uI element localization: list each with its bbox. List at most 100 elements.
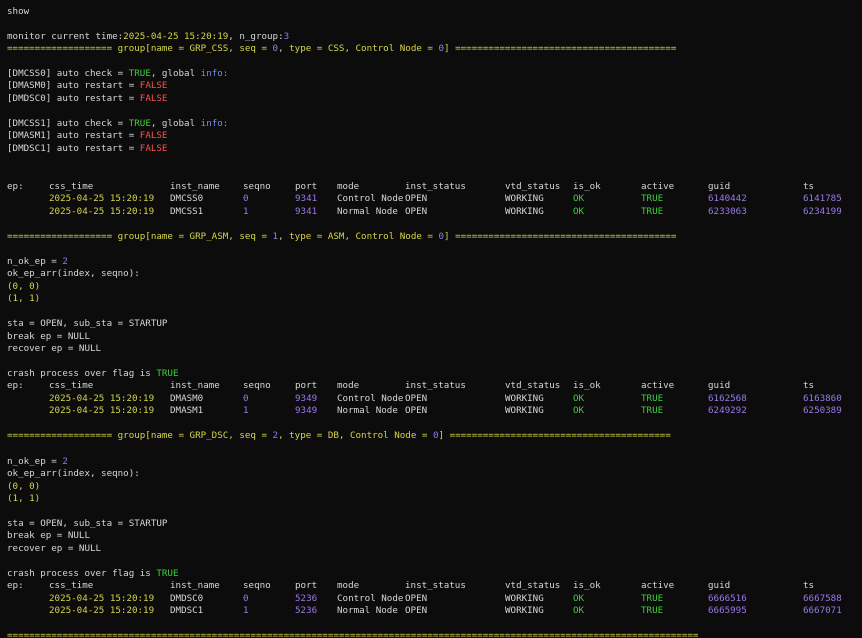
- auto-restart-line: [DMDSC0] auto restart = FALSE: [7, 93, 168, 104]
- table-cell-ok: OK: [573, 206, 585, 217]
- table-header-ep: ep:: [7, 380, 24, 391]
- table-cell-active: TRUE: [641, 206, 664, 217]
- table-cell-status: OPEN: [405, 405, 428, 416]
- table-header: seqno: [243, 380, 271, 391]
- table-cell-seqno: 1: [243, 206, 249, 217]
- table-header-ep: ep:: [7, 580, 24, 591]
- n-ok-ep-line: n_ok_ep = 2: [7, 256, 68, 267]
- monitor-label: monitor current time:: [7, 31, 124, 42]
- table-cell-ok: OK: [573, 605, 585, 616]
- table-cell-port: 5236: [295, 593, 318, 604]
- table-header: css_time: [49, 181, 94, 192]
- table-header: inst_status: [405, 181, 466, 192]
- table-cell-time: 2025-04-25 15:20:19: [49, 605, 155, 616]
- footer-rule: ========================================…: [7, 630, 699, 638]
- command-text: show: [7, 6, 30, 17]
- table-cell-time: 2025-04-25 15:20:19: [49, 206, 155, 217]
- table-header: port: [295, 181, 318, 192]
- table-cell-guid: 6162568: [708, 393, 747, 404]
- table-cell-ok: OK: [573, 393, 585, 404]
- ngroup-label: , n_group:: [228, 31, 284, 42]
- ngroup-value: 3: [283, 31, 290, 42]
- table-header: vtd_status: [505, 580, 561, 591]
- table-cell-port: 9341: [295, 193, 318, 204]
- table-cell-vtd: WORKING: [505, 193, 544, 204]
- table-header: inst_name: [170, 181, 220, 192]
- table-cell-status: OPEN: [405, 593, 428, 604]
- ok-ep-pair: (0, 0): [7, 281, 41, 292]
- table-cell-active: TRUE: [641, 593, 664, 604]
- table-cell-ts: 6234199: [803, 206, 842, 217]
- ok-ep-arr-line: ok_ep_arr(index, seqno):: [7, 268, 140, 279]
- table-header: inst_status: [405, 580, 466, 591]
- table-header: guid: [708, 181, 731, 192]
- table-cell-status: OPEN: [405, 193, 428, 204]
- table-header: inst_status: [405, 380, 466, 391]
- table-cell-vtd: WORKING: [505, 605, 544, 616]
- table-cell-guid: 6249292: [708, 405, 747, 416]
- table-cell-status: OPEN: [405, 605, 428, 616]
- table-header: inst_name: [170, 380, 220, 391]
- n-ok-ep-line: n_ok_ep = 2: [7, 456, 68, 467]
- table-cell-active: TRUE: [641, 193, 664, 204]
- ok-ep-pair: (1, 1): [7, 293, 41, 304]
- table-cell-active: TRUE: [641, 405, 664, 416]
- table-cell-seqno: 1: [243, 405, 249, 416]
- recover-ep-line: recover ep = NULL: [7, 343, 102, 354]
- table-header: mode: [337, 380, 360, 391]
- table-header: mode: [337, 181, 360, 192]
- monitor-line: monitor current time:2025-04-25 15:20:19…: [7, 31, 289, 43]
- terminal-window[interactable]: show monitor current time:2025-04-25 15:…: [0, 0, 862, 638]
- command-line: show: [7, 6, 29, 18]
- table-cell-guid: 6666516: [708, 593, 747, 604]
- table-cell-seqno: 0: [243, 393, 249, 404]
- table-header: active: [641, 181, 675, 192]
- table-header: guid: [708, 380, 731, 391]
- table-cell-mode: Control Node: [337, 393, 404, 404]
- monitor-time: 2025-04-25 15:20:19: [123, 31, 229, 42]
- table-header: is_ok: [573, 181, 601, 192]
- table-cell-time: 2025-04-25 15:20:19: [49, 193, 155, 204]
- ok-ep-pair: (1, 1): [7, 493, 41, 504]
- table-cell-guid: 6233063: [708, 206, 747, 217]
- table-header: seqno: [243, 580, 271, 591]
- ok-ep-arr-line: ok_ep_arr(index, seqno):: [7, 468, 140, 479]
- table-cell-mode: Normal Node: [337, 405, 398, 416]
- table-cell-inst: DMDSC1: [170, 605, 204, 616]
- crash-flag-line: crash process over flag is TRUE: [7, 368, 179, 379]
- table-cell-vtd: WORKING: [505, 405, 544, 416]
- table-cell-ts: 6163860: [803, 393, 842, 404]
- table-cell-inst: DMDSC0: [170, 593, 204, 604]
- group-header-css: =================== group[name = GRP_CSS…: [7, 43, 677, 54]
- table-cell-time: 2025-04-25 15:20:19: [49, 393, 155, 404]
- crash-flag-line: crash process over flag is TRUE: [7, 568, 179, 579]
- table-cell-time: 2025-04-25 15:20:19: [49, 405, 155, 416]
- table-cell-mode: Normal Node: [337, 605, 398, 616]
- table-cell-port: 9349: [295, 405, 318, 416]
- sta-line: sta = OPEN, sub_sta = STARTUP: [7, 318, 168, 329]
- table-cell-inst: DMASM0: [170, 393, 204, 404]
- table-cell-ts: 6141785: [803, 193, 842, 204]
- table-header: vtd_status: [505, 181, 561, 192]
- table-cell-vtd: WORKING: [505, 593, 544, 604]
- break-ep-line: break ep = NULL: [7, 331, 90, 342]
- break-ep-line: break ep = NULL: [7, 530, 90, 541]
- sta-line: sta = OPEN, sub_sta = STARTUP: [7, 518, 168, 529]
- table-header: port: [295, 580, 318, 591]
- auto-restart-line: [DMASM0] auto restart = FALSE: [7, 80, 168, 91]
- table-header: css_time: [49, 580, 94, 591]
- table-cell-port: 9341: [295, 206, 318, 217]
- table-header: active: [641, 380, 675, 391]
- auto-restart-line: [DMDSC1] auto restart = FALSE: [7, 143, 168, 154]
- table-cell-port: 5236: [295, 605, 318, 616]
- table-cell-vtd: WORKING: [505, 393, 544, 404]
- table-cell-active: TRUE: [641, 393, 664, 404]
- table-cell-ts: 6667071: [803, 605, 842, 616]
- table-cell-ok: OK: [573, 593, 585, 604]
- table-cell-mode: Normal Node: [337, 206, 398, 217]
- table-cell-seqno: 0: [243, 193, 249, 204]
- table-cell-ok: OK: [573, 193, 585, 204]
- table-header: vtd_status: [505, 380, 561, 391]
- table-cell-ok: OK: [573, 405, 585, 416]
- table-cell-inst: DMCSS0: [170, 193, 204, 204]
